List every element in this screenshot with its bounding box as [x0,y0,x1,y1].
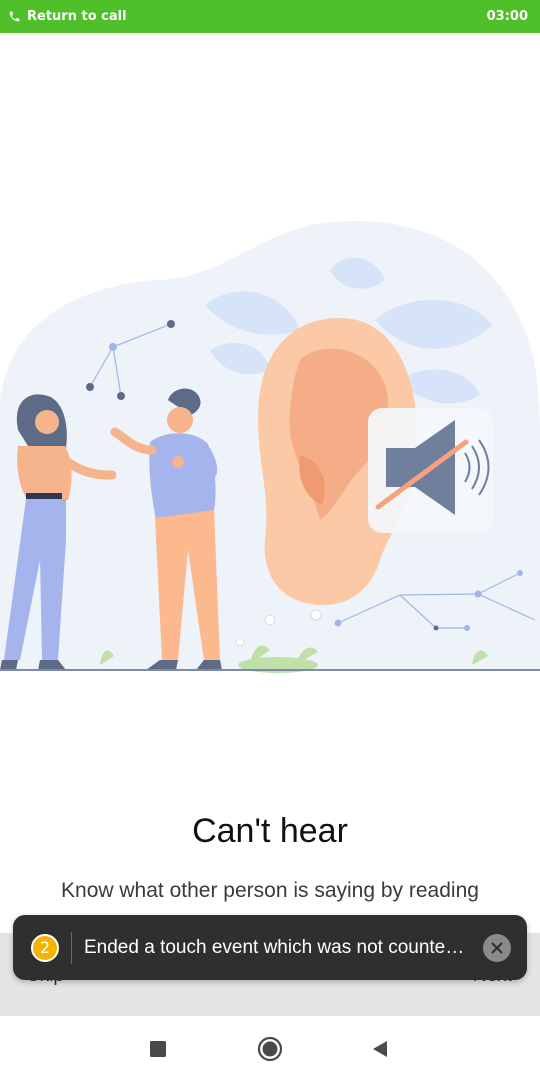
system-nav-bar [0,1016,540,1080]
call-timer: 03:00 [486,9,528,24]
page-subtitle: Know what other person is saying by read… [61,879,479,902]
toast-message: Ended a touch event which was not counte… [84,936,465,958]
square-recents-icon[interactable] [145,1036,171,1062]
toast-notification[interactable]: 2 Ended a touch event which was not coun… [13,915,527,980]
notification-count-badge: 2 [31,933,59,962]
triangle-back-icon[interactable] [367,1036,393,1062]
close-icon[interactable] [483,933,511,962]
circle-home-icon[interactable] [257,1036,283,1062]
return-to-call-label: Return to call [27,9,127,24]
return-to-call-bar[interactable]: Return to call 03:00 [0,0,540,33]
phone-icon [8,10,21,23]
return-to-call-button[interactable]: Return to call [8,9,127,24]
toast-divider [71,931,72,964]
page-title: Can't hear [192,812,348,850]
onboarding-illustration [0,210,540,675]
